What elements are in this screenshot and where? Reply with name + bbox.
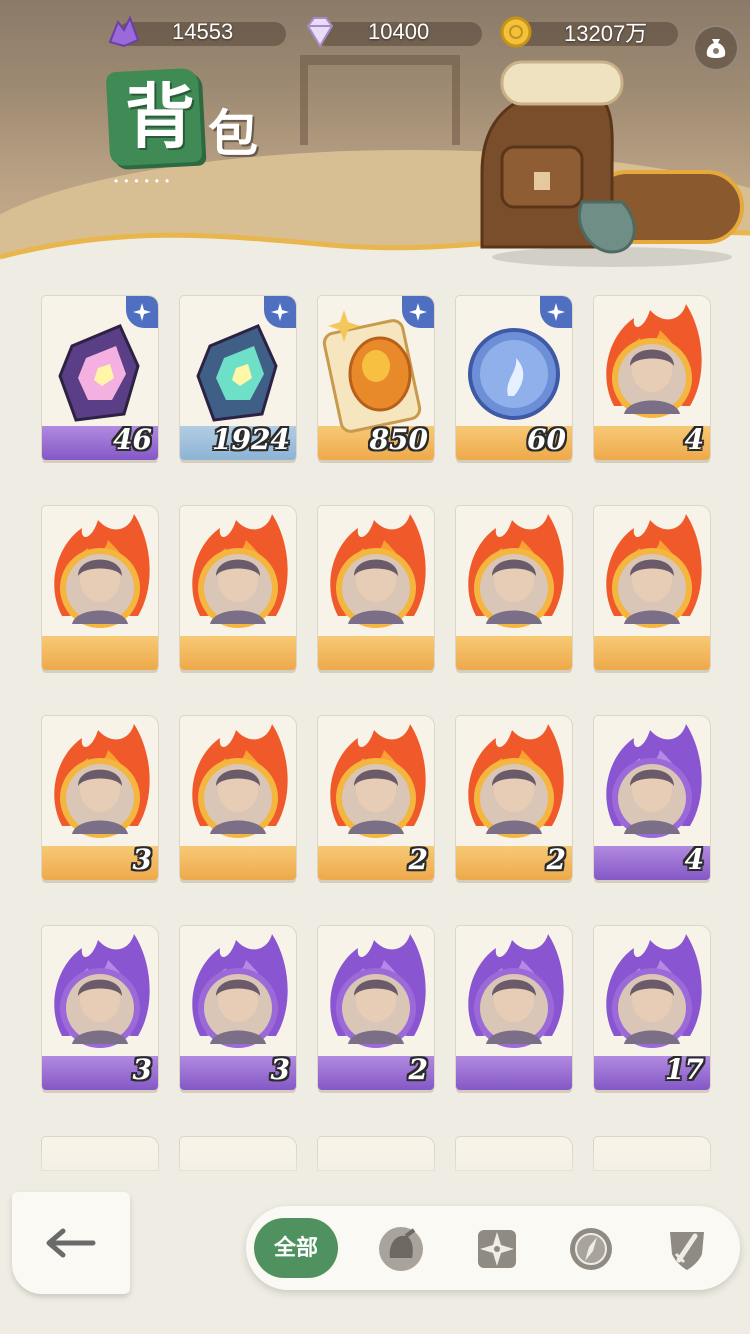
inventory-card[interactable] (180, 716, 296, 880)
star-badge (264, 296, 296, 328)
hero-portrait-pirate (54, 514, 150, 628)
filter-equip-button[interactable] (564, 1222, 618, 1276)
hero-portrait-fox-boy (468, 514, 564, 628)
hero-portrait-elf (192, 724, 288, 838)
gold-value: 13207万 (564, 21, 648, 46)
compass-icon (570, 1228, 612, 1270)
inventory-card[interactable] (594, 506, 710, 670)
diamond-icon (306, 17, 334, 48)
hero-portrait-green-demon (192, 514, 288, 628)
hero-portrait-white-vampire (330, 514, 426, 628)
arrow-left-icon (46, 1228, 96, 1258)
inventory-card[interactable]: 17 (594, 926, 710, 1090)
item-quantity: 4 (684, 843, 704, 876)
inventory-card[interactable] (42, 506, 158, 670)
inventory-card[interactable]: 3 (42, 926, 158, 1090)
sword-shield-icon (670, 1232, 704, 1270)
item-quantity: 3 (132, 1053, 152, 1086)
item-quantity: 2 (546, 843, 566, 876)
item-quantity: 17 (665, 1053, 704, 1086)
star-badge (126, 296, 158, 328)
resource-gold[interactable]: 13207万 (496, 14, 678, 50)
crystal-value: 14553 (172, 19, 234, 44)
gold-coin-icon (500, 16, 532, 48)
filter-bar: 全部 (246, 1206, 740, 1290)
star-badge (402, 296, 434, 328)
item-quantity: 60 (527, 423, 566, 456)
item-quantity: 3 (270, 1053, 290, 1086)
diamond-value: 10400 (368, 19, 430, 44)
inventory-card[interactable]: 3 (180, 926, 296, 1090)
star-icon (409, 303, 427, 321)
filter-skill-button[interactable] (470, 1222, 524, 1276)
purple-crystal-icon (108, 15, 140, 48)
filter-all-button[interactable]: 全部 (254, 1218, 338, 1278)
item-quantity: 1924 (212, 423, 290, 456)
item-quantity: 850 (369, 423, 428, 456)
inventory-card[interactable]: 60 (456, 296, 572, 460)
star-badge (540, 296, 572, 328)
item-quantity: 46 (113, 423, 152, 456)
inventory-card[interactable] (456, 506, 572, 670)
item-quantity: 3 (132, 843, 152, 876)
hero-portrait-dark-elf (468, 934, 564, 1048)
shuriken-icon (478, 1230, 516, 1268)
inventory-card[interactable]: 3 (42, 716, 158, 880)
item-quantity: 2 (408, 843, 428, 876)
inventory-card[interactable] (318, 506, 434, 670)
filter-gear-button[interactable] (660, 1222, 714, 1276)
inventory-card[interactable]: 2 (318, 716, 434, 880)
item-quantity: 4 (684, 423, 704, 456)
back-button[interactable] (12, 1192, 130, 1294)
star-icon (271, 303, 289, 321)
filter-hero-button[interactable] (374, 1222, 428, 1276)
inventory-card[interactable]: 4 (594, 716, 710, 880)
inventory-card[interactable]: 1924 (180, 296, 296, 460)
inventory-card[interactable] (180, 506, 296, 670)
hero-portrait-pink-girl (606, 514, 702, 628)
helmet-icon (379, 1227, 423, 1271)
inventory-card[interactable] (456, 926, 572, 1090)
inventory-grid: 46 1924 850 60 4 3 2 2 4 3 3 2 17 (0, 0, 750, 1334)
item-quantity: 2 (408, 1053, 428, 1086)
inventory-card[interactable]: 850 (318, 296, 434, 460)
star-icon (547, 303, 565, 321)
inventory-card[interactable]: 4 (594, 296, 710, 460)
grid-fade (0, 1150, 750, 1190)
inventory-card[interactable]: 46 (42, 296, 158, 460)
inventory-card[interactable]: 2 (318, 926, 434, 1090)
star-icon (133, 303, 151, 321)
inventory-card[interactable]: 2 (456, 716, 572, 880)
